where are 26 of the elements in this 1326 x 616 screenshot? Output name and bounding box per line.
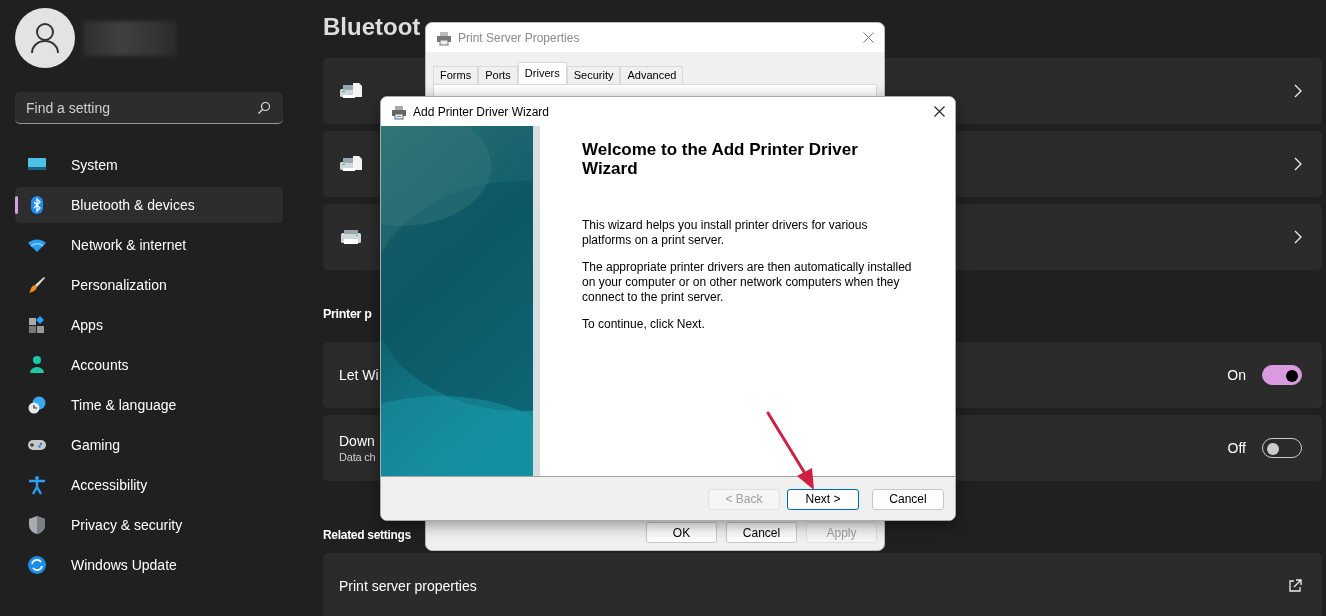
nav-label: Gaming — [71, 437, 121, 453]
toggle-state: Off — [1227, 440, 1246, 456]
wizard-heading: Welcome to the Add Printer Driver Wizard — [582, 140, 859, 178]
wizard-paragraph: This wizard helps you install printer drivers for various platforms on a print server. — [582, 218, 869, 248]
window-title: Print Server Properties — [458, 30, 580, 45]
nav-label: System — [71, 157, 118, 173]
nav-label: Accounts — [71, 357, 129, 373]
nav-label: Network & internet — [71, 237, 187, 253]
nav-label: Personalization — [71, 277, 167, 293]
setting-label: Print server properties — [339, 578, 477, 594]
wizard-paragraph: To continue, click Next. — [582, 317, 706, 332]
nav-label: Time & language — [71, 397, 177, 413]
window-title: Add Printer Driver Wizard — [413, 104, 550, 119]
toggle-state: On — [1227, 367, 1246, 383]
wizard-paragraph: The appropriate printer drivers are then automatically installed on your computer or on other network computers when they connect to the print server. — [582, 260, 913, 305]
nav-label: Accessibility — [71, 477, 148, 493]
section-heading: Related settings — [323, 527, 411, 544]
page-title: Bluetoot — [323, 12, 421, 42]
nav-label: Privacy & security — [71, 517, 183, 533]
nav-label: Bluetooth & devices — [71, 197, 195, 213]
setting-label: Down — [339, 433, 376, 449]
setting-label: Let Wi — [339, 367, 379, 383]
nav-label: Apps — [71, 317, 103, 333]
setting-description: Data ch — [339, 451, 376, 463]
section-heading: Printer p — [323, 306, 372, 323]
nav-label: Windows Update — [71, 557, 177, 573]
